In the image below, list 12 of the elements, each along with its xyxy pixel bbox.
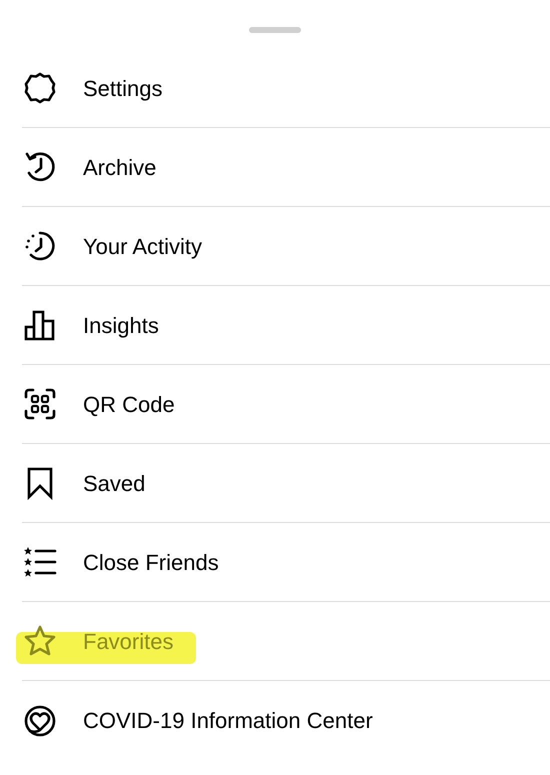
menu-item[interactable]: COVID-19 Information Center <box>22 694 389 746</box>
menu-item[interactable]: QR Code <box>22 378 191 430</box>
menu-item[interactable]: Settings <box>22 62 178 114</box>
qr-code-icon <box>22 386 58 422</box>
menu-item[interactable]: Insights <box>22 299 175 351</box>
menu-item[interactable]: Close Friends <box>22 536 235 588</box>
menu-item[interactable]: Archive <box>22 141 172 193</box>
menu-item[interactable]: Your Activity <box>22 220 218 272</box>
menu-item[interactable]: Saved <box>22 457 162 509</box>
drag-handle[interactable] <box>249 27 301 33</box>
gear-icon <box>22 70 58 106</box>
heart-circle-icon <box>22 702 58 738</box>
